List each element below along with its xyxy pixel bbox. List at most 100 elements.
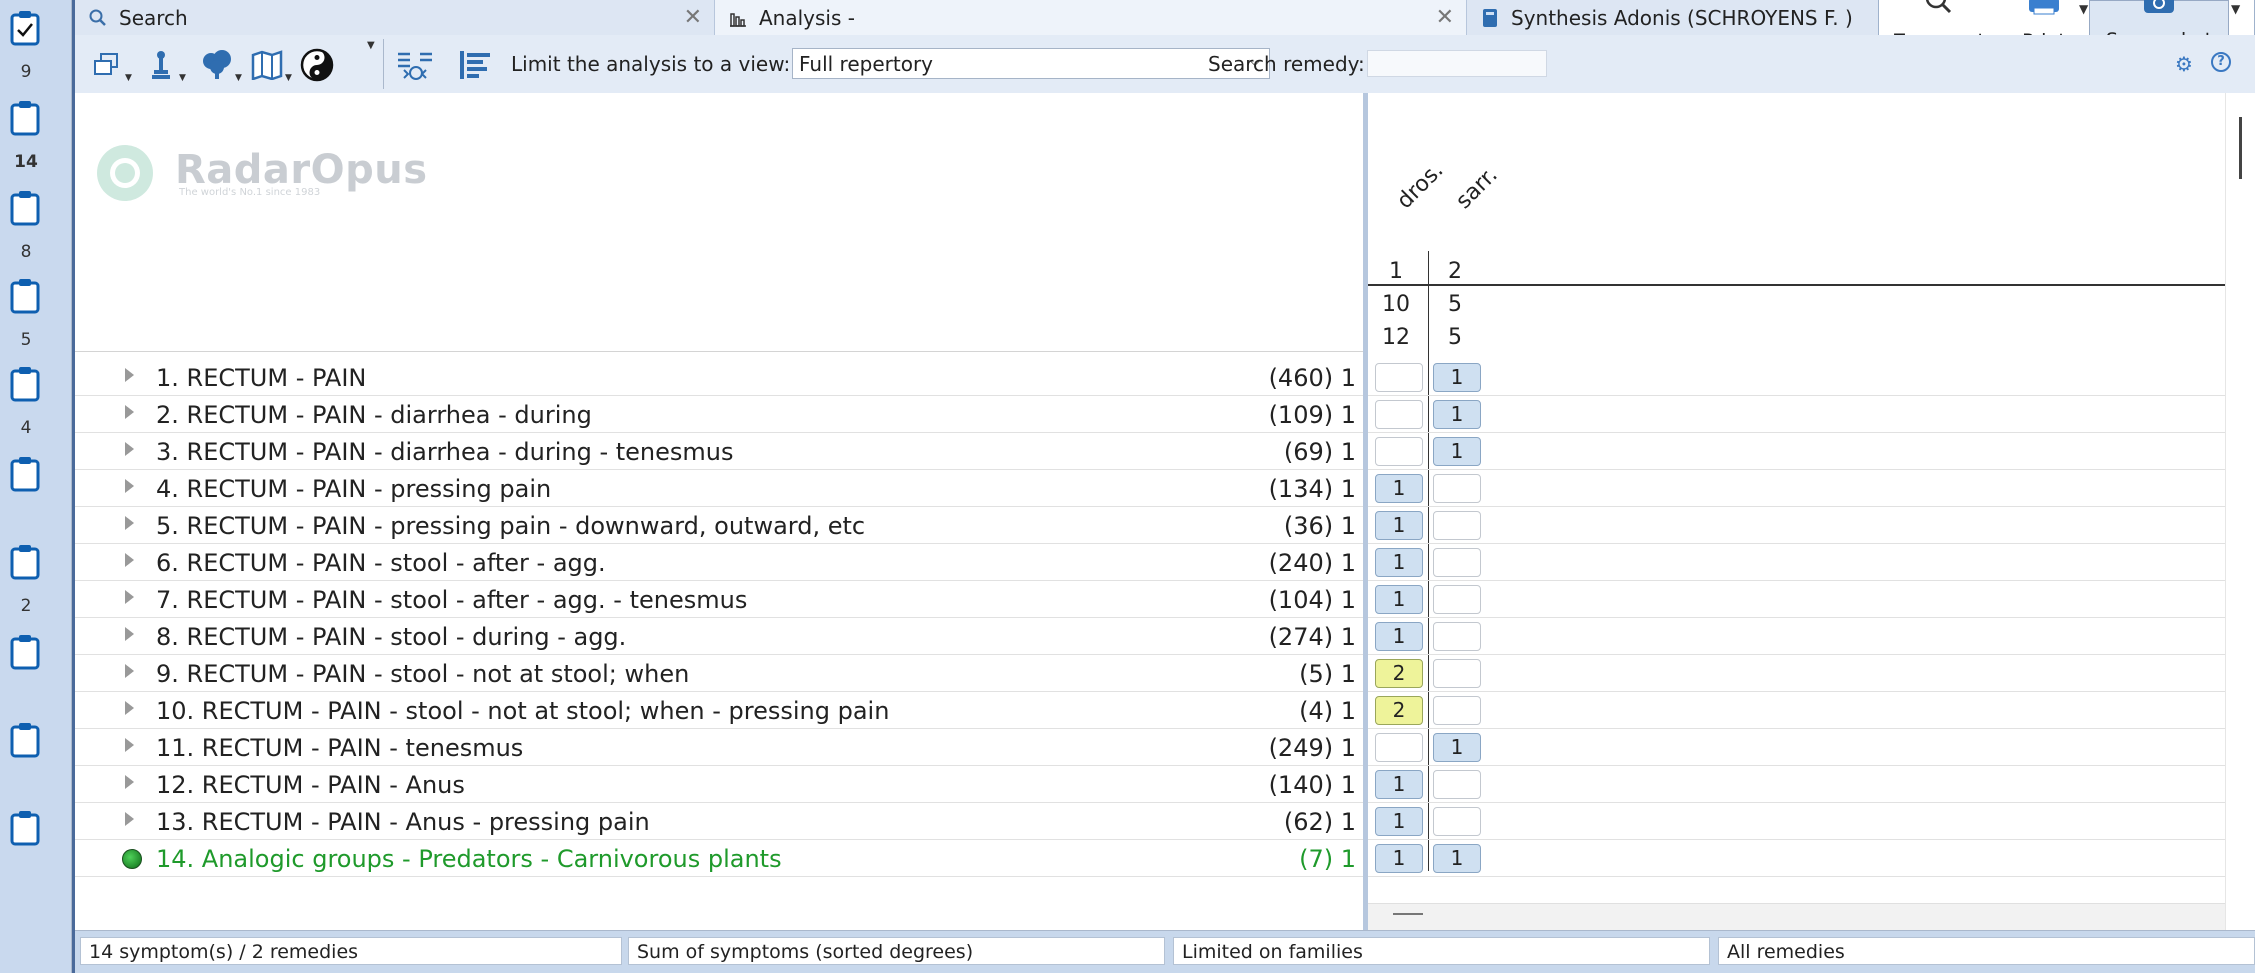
symptom-row[interactable]: 14. Analogic groups - Predators - Carniv… bbox=[75, 840, 1363, 877]
grade-cell[interactable]: 1 bbox=[1375, 585, 1423, 614]
status-remedies: All remedies bbox=[1718, 937, 2255, 965]
clipboard-1-icon[interactable] bbox=[10, 10, 40, 46]
expand-arrow-icon[interactable] bbox=[125, 516, 134, 530]
chevron-down-icon[interactable]: ▼ bbox=[2079, 2, 2088, 16]
grade-cell[interactable]: 1 bbox=[1375, 474, 1423, 503]
chevron-down-icon[interactable]: ▼ bbox=[2231, 2, 2240, 16]
grade-cell[interactable]: 2 bbox=[1375, 696, 1423, 725]
symptom-row[interactable]: 8. RECTUM - PAIN - stool - during - agg.… bbox=[75, 618, 1363, 655]
grade-cell[interactable] bbox=[1433, 807, 1481, 836]
clipboard-10-icon[interactable] bbox=[10, 810, 40, 846]
symptom-row[interactable]: 7. RECTUM - PAIN - stool - after - agg. … bbox=[75, 581, 1363, 618]
grade-cell[interactable]: 1 bbox=[1433, 437, 1481, 466]
chevron-down-icon[interactable]: ▼ bbox=[179, 73, 186, 83]
symptom-row[interactable]: 12. RECTUM - PAIN - Anus (140) 1 bbox=[75, 766, 1363, 803]
grade-cell[interactable] bbox=[1433, 659, 1481, 688]
symptom-row[interactable]: 3. RECTUM - PAIN - diarrhea - during - t… bbox=[75, 433, 1363, 470]
chevron-down-icon[interactable]: ▼ bbox=[235, 73, 242, 83]
view-select[interactable]: Full repertory ⌵ bbox=[792, 48, 1270, 79]
symptom-row[interactable]: 6. RECTUM - PAIN - stool - after - agg. (… bbox=[75, 544, 1363, 581]
grade-cell[interactable]: 1 bbox=[1375, 844, 1423, 873]
grade-cell[interactable] bbox=[1375, 363, 1423, 392]
search-remedy-input[interactable] bbox=[1367, 50, 1547, 77]
clipboard-7-icon[interactable] bbox=[10, 544, 40, 580]
grade-cell[interactable] bbox=[1433, 770, 1481, 799]
grade-cell[interactable] bbox=[1433, 548, 1481, 577]
compare-icon[interactable] bbox=[395, 45, 435, 85]
grid-row-line bbox=[1368, 432, 2225, 433]
toolbar: ▼ ▼ ▼ ▼ ▼ Limit the analysis to a view: … bbox=[75, 35, 2255, 93]
expand-arrow-icon[interactable] bbox=[125, 405, 134, 419]
grade-cell[interactable] bbox=[1375, 400, 1423, 429]
expand-arrow-icon[interactable] bbox=[125, 368, 134, 382]
grade-cell[interactable] bbox=[1433, 585, 1481, 614]
collapse-handle[interactable] bbox=[1393, 913, 1423, 915]
symptom-row[interactable]: 13. RECTUM - PAIN - Anus - pressing pain… bbox=[75, 803, 1363, 840]
symptom-row[interactable]: 10. RECTUM - PAIN - stool - not at stool… bbox=[75, 692, 1363, 729]
tree-icon[interactable] bbox=[197, 45, 237, 85]
grade-cell[interactable]: 1 bbox=[1433, 363, 1481, 392]
grade-cell[interactable] bbox=[1433, 511, 1481, 540]
clipboard-4-icon[interactable] bbox=[10, 278, 40, 314]
symptom-row[interactable]: 2. RECTUM - PAIN - diarrhea - during (109… bbox=[75, 396, 1363, 433]
close-icon[interactable]: ✕ bbox=[1436, 5, 1454, 30]
expand-arrow-icon[interactable] bbox=[125, 738, 134, 752]
grade-cell[interactable]: 1 bbox=[1433, 400, 1481, 429]
symptom-row[interactable]: 4. RECTUM - PAIN - pressing pain (134) 1 bbox=[75, 470, 1363, 507]
expand-arrow-icon[interactable] bbox=[125, 479, 134, 493]
scrollbar-thumb[interactable] bbox=[2239, 117, 2242, 179]
grade-cell[interactable]: 1 bbox=[1375, 548, 1423, 577]
grade-cell[interactable] bbox=[1375, 733, 1423, 762]
grade-cell[interactable]: 1 bbox=[1375, 770, 1423, 799]
remedy-sum: 5 bbox=[1448, 292, 1462, 317]
map-icon[interactable] bbox=[247, 45, 287, 85]
gear-icon[interactable]: ⚙ bbox=[2175, 52, 2193, 76]
symptom-row[interactable]: 9. RECTUM - PAIN - stool - not at stool;… bbox=[75, 655, 1363, 692]
windows-icon[interactable] bbox=[87, 45, 127, 85]
symptom-row[interactable]: 1. RECTUM - PAIN (460) 1 bbox=[75, 359, 1363, 396]
vertical-scrollbar[interactable] bbox=[2225, 93, 2255, 930]
clipboard-9-icon[interactable] bbox=[10, 722, 40, 758]
grade-cell[interactable]: 1 bbox=[1375, 807, 1423, 836]
symptom-row[interactable]: 11. RECTUM - PAIN - tenesmus (249) 1 bbox=[75, 729, 1363, 766]
tab-search[interactable]: Search ✕ bbox=[75, 0, 715, 35]
expand-arrow-icon[interactable] bbox=[125, 442, 134, 456]
expand-arrow-icon[interactable] bbox=[125, 775, 134, 789]
grade-cell[interactable]: 2 bbox=[1375, 659, 1423, 688]
expand-arrow-icon[interactable] bbox=[125, 664, 134, 678]
grade-cell[interactable] bbox=[1375, 437, 1423, 466]
chevron-down-icon[interactable]: ▼ bbox=[367, 40, 375, 51]
close-icon[interactable]: ✕ bbox=[684, 5, 702, 30]
chevron-down-icon[interactable]: ▼ bbox=[125, 73, 132, 83]
expand-arrow-icon[interactable] bbox=[125, 590, 134, 604]
clipboard-2-icon[interactable] bbox=[10, 100, 40, 136]
grade-cell[interactable] bbox=[1433, 696, 1481, 725]
clipboard-3-icon[interactable] bbox=[10, 190, 40, 226]
grade-cell[interactable]: 1 bbox=[1433, 844, 1481, 873]
grade-cell[interactable]: 1 bbox=[1375, 622, 1423, 651]
remedy-header-sarr[interactable]: sarr. bbox=[1451, 163, 1502, 214]
grade-cell[interactable] bbox=[1433, 622, 1481, 651]
list-view-icon[interactable] bbox=[455, 45, 495, 85]
symptom-count: (249) 1 bbox=[1268, 734, 1356, 762]
grade-cell[interactable] bbox=[1433, 474, 1481, 503]
grade-cell[interactable]: 1 bbox=[1433, 733, 1481, 762]
clipboard-6-icon[interactable] bbox=[10, 456, 40, 492]
symptom-row[interactable]: 5. RECTUM - PAIN - pressing pain - downw… bbox=[75, 507, 1363, 544]
clipboard-5-icon[interactable] bbox=[10, 366, 40, 402]
yin-yang-icon[interactable] bbox=[297, 45, 337, 85]
symptom-text: 9. RECTUM - PAIN - stool - not at stool;… bbox=[156, 660, 690, 688]
chess-piece-icon[interactable] bbox=[141, 45, 181, 85]
help-icon[interactable]: ? bbox=[2211, 52, 2231, 72]
expand-arrow-icon[interactable] bbox=[125, 812, 134, 826]
grid-row-line bbox=[1368, 654, 2225, 655]
chevron-down-icon[interactable]: ▼ bbox=[285, 73, 292, 83]
tab-analysis[interactable]: Analysis - ✕ bbox=[715, 0, 1467, 35]
symptom-count: (7) 1 bbox=[1299, 845, 1356, 873]
remedy-header-dros[interactable]: dros. bbox=[1392, 158, 1448, 214]
expand-arrow-icon[interactable] bbox=[125, 627, 134, 641]
expand-arrow-icon[interactable] bbox=[125, 553, 134, 567]
grade-cell[interactable]: 1 bbox=[1375, 511, 1423, 540]
expand-arrow-icon[interactable] bbox=[125, 701, 134, 715]
clipboard-8-icon[interactable] bbox=[10, 634, 40, 670]
